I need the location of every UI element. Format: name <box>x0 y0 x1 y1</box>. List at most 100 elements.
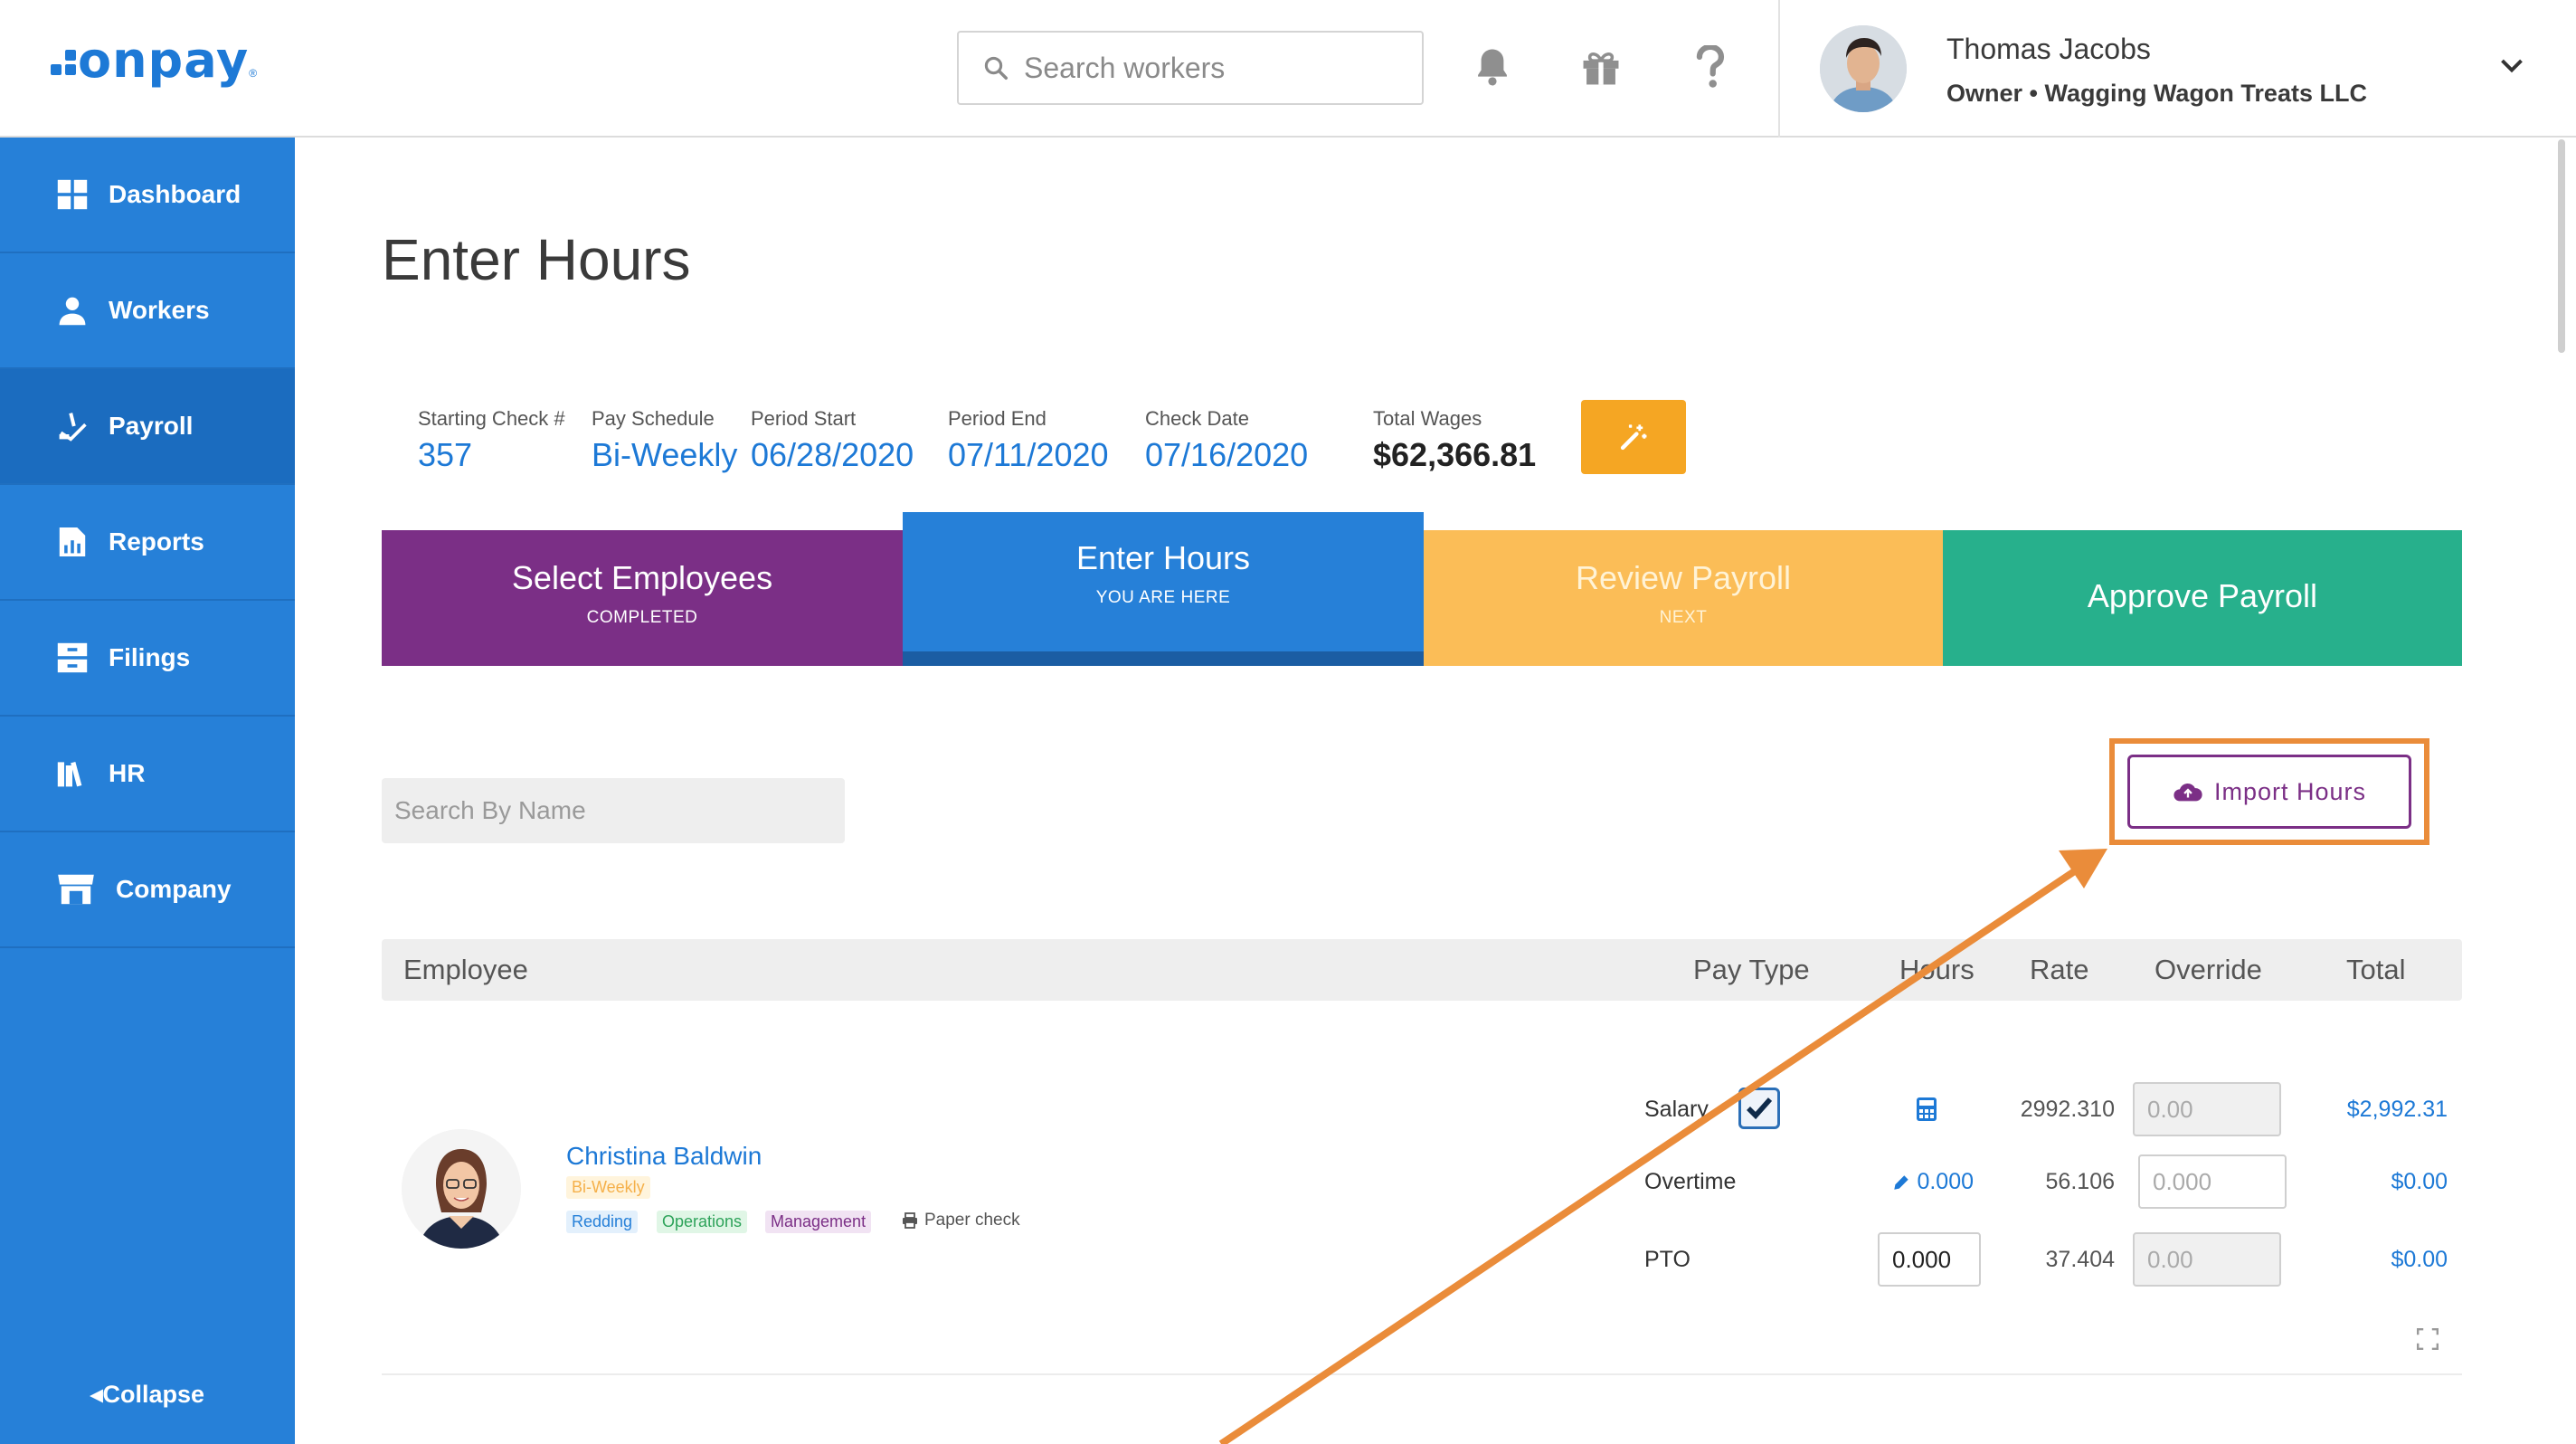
sidebar-item-reports[interactable]: Reports <box>0 485 295 601</box>
pto-override-input[interactable]: 0.00 <box>2133 1232 2281 1287</box>
onpay-logo[interactable]: onpay ® <box>49 36 257 85</box>
checkmark-icon <box>1747 1097 1773 1120</box>
step-status: NEXT <box>1659 608 1708 627</box>
cloud-upload-icon <box>2174 783 2202 802</box>
sidebar-item-label: Workers <box>109 296 210 324</box>
pto-rate: 37.404 <box>2045 1247 2115 1272</box>
step-approve-payroll[interactable]: Approve Payroll <box>1943 530 2462 666</box>
period-end-info: Period End 07/11/2020 <box>948 407 1109 473</box>
user-avatar[interactable] <box>1820 25 1907 112</box>
col-pay-type: Pay Type <box>1693 954 1810 985</box>
step-title: Enter Hours <box>1075 539 1251 576</box>
sidebar-item-hr[interactable]: HR <box>0 717 295 832</box>
step-title: Review Payroll <box>1575 559 1792 596</box>
employee-name-link[interactable]: Christina Baldwin <box>566 1142 762 1171</box>
step-select-employees[interactable]: Select Employees COMPLETED <box>382 530 903 666</box>
dashboard-icon <box>56 178 89 211</box>
step-enter-hours[interactable]: Enter Hours YOU ARE HERE <box>903 512 1424 666</box>
search-placeholder: Search workers <box>1024 51 1226 84</box>
pencil-icon <box>1894 1174 1909 1190</box>
pay-type-pto: PTO <box>1644 1247 1690 1272</box>
sidebar-item-payroll[interactable]: Payroll <box>0 369 295 485</box>
payment-method: Paper check <box>901 1211 1020 1230</box>
sidebar: Dashboard Workers Payroll Reports Filing… <box>0 138 295 1444</box>
salary-checkbox[interactable] <box>1738 1088 1780 1129</box>
payroll-icon <box>56 410 89 442</box>
overtime-override-input[interactable]: 0.000 <box>2138 1154 2287 1209</box>
user-divider <box>1778 0 1780 138</box>
tag-badge: Redding <box>566 1211 639 1233</box>
workers-icon <box>56 294 89 327</box>
logo-text: onpay <box>78 32 250 89</box>
sidebar-item-workers[interactable]: Workers <box>0 253 295 369</box>
sidebar-item-label: Reports <box>109 527 204 556</box>
col-rate: Rate <box>2030 954 2089 985</box>
col-override: Override <box>2155 954 2262 985</box>
user-company: Owner • Wagging Wagon Treats LLC <box>1946 80 2367 107</box>
employee-avatar <box>402 1129 521 1249</box>
sidebar-item-label: HR <box>109 759 146 787</box>
col-hours: Hours <box>1899 954 1975 985</box>
import-hours-button[interactable]: Import Hours <box>2127 755 2411 829</box>
sidebar-item-company[interactable]: Company <box>0 832 295 948</box>
logo-mark <box>49 43 78 79</box>
row-divider <box>382 1373 2462 1375</box>
period-start-info: Period Start 06/28/2020 <box>751 407 914 473</box>
salary-override-input[interactable]: 0.00 <box>2133 1082 2281 1136</box>
bell-icon[interactable] <box>1465 40 1520 94</box>
sidebar-item-label: Filings <box>109 643 191 671</box>
top-bar: onpay ® Search workers Thomas Jacobs Own… <box>0 0 2576 138</box>
pay-schedule-info: Pay Schedule Bi-Weekly <box>592 407 738 473</box>
check-date-info: Check Date 07/16/2020 <box>1145 407 1309 473</box>
overtime-hours-edit[interactable]: 0.000 <box>1881 1169 1974 1195</box>
overtime-rate: 56.106 <box>2045 1169 2115 1194</box>
col-employee: Employee <box>403 954 528 985</box>
chevron-down-icon[interactable] <box>2498 56 2525 76</box>
collapse-sidebar-button[interactable]: ◂Collapse <box>0 1381 295 1409</box>
page-scrollbar[interactable] <box>2558 139 2565 353</box>
step-review-payroll[interactable]: Review Payroll NEXT <box>1424 530 1943 666</box>
tag-badge: Operations <box>657 1211 748 1233</box>
step-status: COMPLETED <box>586 608 698 627</box>
pay-schedule-badge: Bi-Weekly <box>566 1176 650 1199</box>
tag-badge: Management <box>765 1211 872 1233</box>
pay-type-salary: Salary <box>1644 1097 1709 1122</box>
reports-icon <box>56 526 89 558</box>
sidebar-item-label: Company <box>116 875 232 903</box>
hr-icon <box>56 757 89 790</box>
col-total: Total <box>2346 954 2406 985</box>
page-title: Enter Hours <box>382 227 691 292</box>
pto-hours-input[interactable]: 0.000 <box>1878 1232 1981 1287</box>
sidebar-item-filings[interactable]: Filings <box>0 601 295 717</box>
expand-icon[interactable] <box>2417 1328 2439 1350</box>
magic-wand-button[interactable] <box>1581 400 1686 474</box>
table-header: Employee Pay Type Hours Rate Override To… <box>382 939 2462 1001</box>
sidebar-item-dashboard[interactable]: Dashboard <box>0 138 295 253</box>
sidebar-item-label: Dashboard <box>109 180 242 208</box>
pay-type-overtime: Overtime <box>1644 1169 1737 1194</box>
gift-icon[interactable] <box>1574 40 1628 94</box>
total-wages-info: Total Wages $62,366.81 <box>1373 407 1537 473</box>
search-workers-input[interactable]: Search workers <box>957 31 1424 105</box>
search-by-name-input[interactable]: Search By Name <box>382 778 845 843</box>
logo-registered-mark: ® <box>249 67 258 80</box>
chevron-left-icon: ◂ <box>90 1381 103 1408</box>
starting-check-info: Starting Check # 357 <box>418 407 565 473</box>
overtime-total: $0.00 <box>2391 1169 2448 1194</box>
printer-icon <box>903 1212 917 1229</box>
filings-icon <box>56 641 89 674</box>
search-icon <box>984 56 1008 80</box>
import-hours-label: Import Hours <box>2213 777 2367 805</box>
magic-wand-icon <box>1620 424 1647 451</box>
user-name: Thomas Jacobs <box>1946 33 2151 65</box>
sidebar-item-label: Payroll <box>109 412 194 440</box>
pto-total: $0.00 <box>2391 1247 2448 1272</box>
calculator-icon[interactable] <box>1916 1097 1937 1122</box>
step-title: Approve Payroll <box>2087 577 2318 614</box>
step-title: Select Employees <box>511 559 773 596</box>
annotation-arrow <box>1218 849 2107 1444</box>
company-icon <box>56 873 96 906</box>
help-icon[interactable] <box>1682 40 1737 94</box>
step-status: YOU ARE HERE <box>1095 588 1231 607</box>
salary-rate: 2992.310 <box>2020 1097 2115 1122</box>
